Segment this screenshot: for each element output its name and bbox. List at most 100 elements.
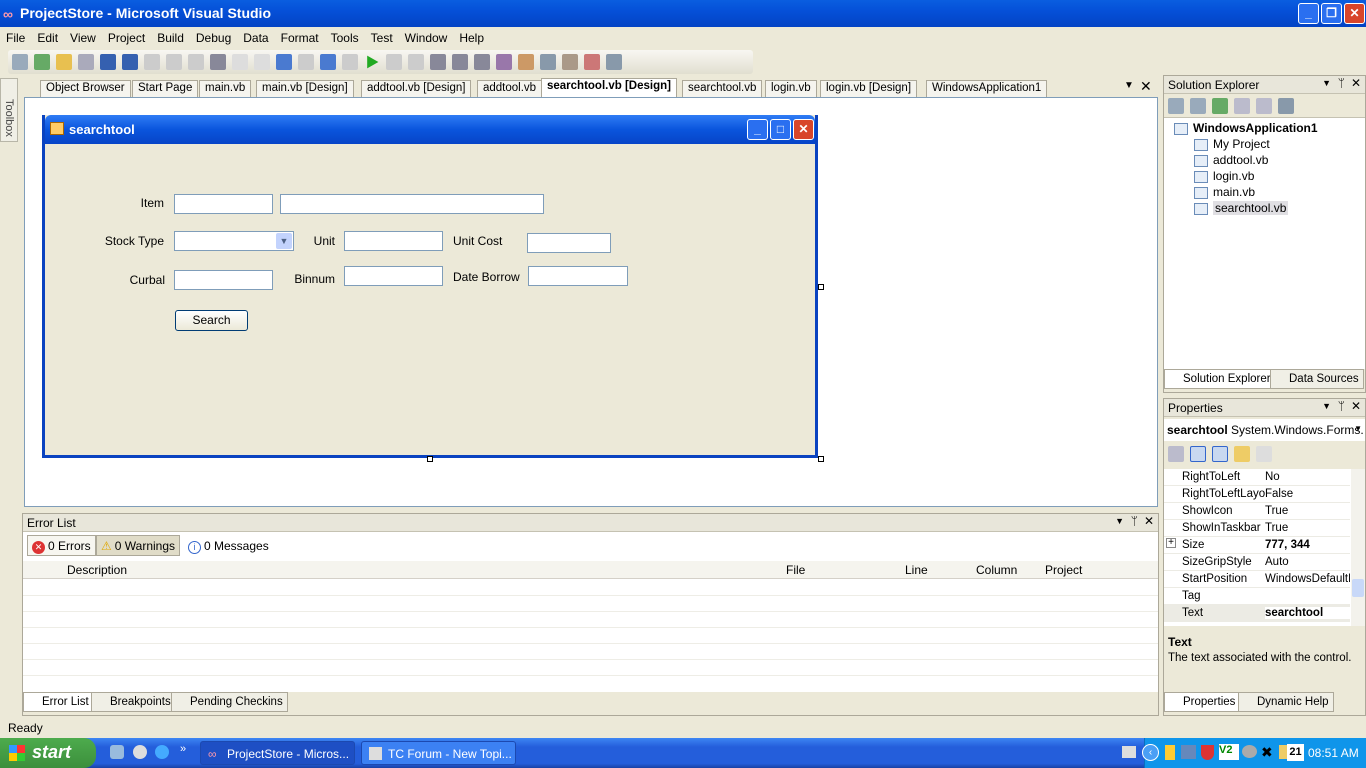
property-row[interactable]: RightToLeft No (1164, 469, 1350, 486)
tab-addtool-vb[interactable]: addtool.vb (477, 80, 543, 97)
tab-searchtool-vb-design[interactable]: searchtool.vb [Design] (541, 78, 677, 97)
view-designer-icon[interactable] (1256, 98, 1272, 114)
chat-tray-icon[interactable] (1242, 745, 1257, 758)
view-class-diagram-icon[interactable] (1278, 98, 1294, 114)
menu-view[interactable]: View (64, 28, 102, 45)
quicklaunch-ie-icon[interactable] (155, 745, 169, 759)
properties-view-icon[interactable] (1212, 446, 1228, 462)
calendar-tray-icon[interactable]: 21 (1287, 744, 1304, 761)
property-row[interactable]: SizeGripStyle Auto (1164, 554, 1350, 571)
tab-error-list[interactable]: Error List (23, 692, 94, 712)
scrollbar-thumb[interactable] (1352, 579, 1364, 597)
clock[interactable]: 08:51 AM (1308, 746, 1359, 760)
network-tray-icon[interactable] (1181, 745, 1196, 759)
navigate-icon[interactable] (320, 54, 336, 70)
save-all-icon[interactable] (122, 54, 138, 70)
redo-icon[interactable] (298, 54, 314, 70)
searchtool-form[interactable]: searchtool _ □ ✕ Item Stock Type ▼ Unit … (42, 115, 818, 458)
step-into-icon[interactable] (430, 54, 446, 70)
pin-icon[interactable]: ᛘ (1338, 399, 1345, 413)
quicklaunch-messenger-icon[interactable] (110, 745, 124, 759)
tab-data-sources[interactable]: Data Sources (1270, 369, 1364, 389)
alphabetical-icon[interactable] (1190, 446, 1206, 462)
close-button[interactable]: ✕ (1344, 3, 1365, 24)
refresh-icon[interactable] (1212, 98, 1228, 114)
toolbox-icon[interactable] (562, 54, 578, 70)
property-grid-scrollbar[interactable] (1351, 469, 1365, 626)
tab-start-page[interactable]: Start Page (132, 80, 199, 97)
panel-close-icon[interactable]: ✕ (1351, 399, 1361, 413)
property-row[interactable]: ShowIcon True (1164, 503, 1350, 520)
panel-close-icon[interactable]: ✕ (1144, 514, 1154, 528)
uncomment-icon[interactable] (254, 54, 270, 70)
tab-main-vb-design[interactable]: main.vb [Design] (256, 80, 354, 97)
tab-login-vb-design[interactable]: login.vb [Design] (820, 80, 918, 97)
form-minimize-button[interactable]: _ (747, 119, 768, 140)
property-value[interactable]: False (1265, 488, 1350, 500)
navigate-forward-icon[interactable] (342, 54, 358, 70)
properties-icon[interactable] (1168, 98, 1184, 114)
column-description[interactable]: Description (67, 563, 127, 577)
tab-object-browser[interactable]: Object Browser (40, 80, 131, 97)
warnings-filter-button[interactable]: ⚠ 0 Warnings (96, 535, 181, 556)
tree-project[interactable]: WindowsApplication1 (1174, 121, 1318, 135)
v2-tray-icon[interactable]: V2 (1219, 744, 1239, 760)
menu-test[interactable]: Test (365, 28, 399, 45)
column-file[interactable]: File (786, 563, 805, 577)
tab-windowsapplication1[interactable]: WindowsApplication1 (926, 80, 1048, 97)
minimize-button[interactable]: _ (1298, 3, 1319, 24)
property-value[interactable]: No (1265, 471, 1350, 483)
property-row[interactable]: ShowInTaskbar True (1164, 520, 1350, 537)
property-row[interactable]: RightToLeftLayo False (1164, 486, 1350, 503)
antivirus-tray-icon[interactable] (1201, 745, 1214, 760)
solution-explorer-icon[interactable] (518, 54, 534, 70)
tab-searchtool-vb[interactable]: searchtool.vb (682, 80, 763, 97)
quicklaunch-more-icon[interactable]: » (180, 743, 186, 755)
pause-icon[interactable] (386, 54, 402, 70)
new-project-icon[interactable] (12, 54, 28, 70)
menu-tools[interactable]: Tools (325, 28, 365, 45)
property-value[interactable]: True (1265, 505, 1350, 517)
tab-solution-explorer[interactable]: Solution Explorer (1164, 369, 1276, 389)
paste-icon[interactable] (188, 54, 204, 70)
properties-icon[interactable] (540, 54, 556, 70)
menu-edit[interactable]: Edit (31, 28, 64, 45)
panel-close-icon[interactable]: ✕ (1351, 76, 1361, 90)
stock-type-combobox[interactable]: ▼ (174, 231, 294, 251)
property-row[interactable]: + Size 777, 344 (1164, 537, 1350, 554)
add-new-item-icon[interactable] (78, 54, 94, 70)
tree-item-selected[interactable]: searchtool.vb (1194, 201, 1289, 215)
start-debugging-icon[interactable] (367, 55, 379, 69)
undo-icon[interactable] (276, 54, 292, 70)
step-over-icon[interactable] (452, 54, 468, 70)
tray-collapse-icon[interactable]: ‹ (1142, 744, 1159, 761)
tree-item[interactable]: My Project (1194, 137, 1270, 151)
date-borrow-input[interactable] (528, 266, 628, 286)
property-row[interactable]: StartPosition WindowsDefaultLo (1164, 571, 1350, 588)
property-value[interactable]: searchtool (1265, 607, 1350, 619)
item-code-input[interactable] (174, 194, 273, 214)
messages-filter-button[interactable]: i0 Messages (183, 535, 274, 556)
property-value[interactable]: 777, 344 (1265, 539, 1350, 551)
property-value[interactable]: Auto (1265, 556, 1350, 568)
menu-help[interactable]: Help (453, 28, 490, 45)
open-icon[interactable] (56, 54, 72, 70)
menu-format[interactable]: Format (275, 28, 325, 45)
tab-dropdown-icon[interactable]: ▼ (1124, 80, 1134, 91)
form-maximize-button[interactable]: □ (770, 119, 791, 140)
tab-pending-checkins[interactable]: Pending Checkins (171, 692, 288, 712)
column-project[interactable]: Project (1045, 563, 1082, 577)
property-row[interactable]: Tag (1164, 588, 1350, 605)
start-button[interactable]: start (0, 738, 96, 768)
resize-handle-bottom[interactable] (427, 456, 433, 462)
quicklaunch-media-icon[interactable] (133, 745, 147, 759)
comment-icon[interactable] (232, 54, 248, 70)
toolbox-tab[interactable]: Toolbox (0, 78, 18, 142)
tree-item[interactable]: login.vb (1194, 169, 1254, 183)
object-selector[interactable]: searchtool System.Windows.Forms. ▼ (1164, 419, 1365, 441)
property-value[interactable]: WindowsDefaultLo (1265, 573, 1350, 585)
resize-handle-corner[interactable] (818, 456, 824, 462)
panel-dropdown-icon[interactable]: ▼ (1115, 516, 1124, 526)
tab-dynamic-help[interactable]: Dynamic Help (1238, 692, 1334, 712)
tab-properties[interactable]: Properties (1164, 692, 1241, 712)
